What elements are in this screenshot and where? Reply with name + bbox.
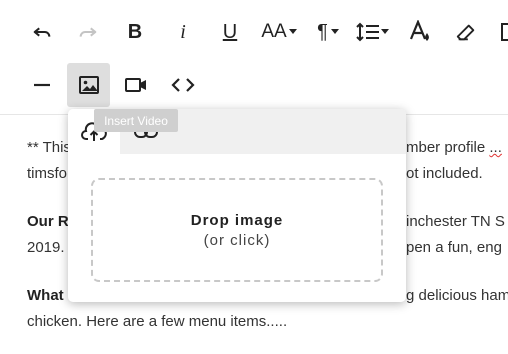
insert-video-tooltip: Insert Video <box>94 109 178 132</box>
editor-line-3-bold: Our R <box>27 213 69 230</box>
video-camera-icon <box>125 78 146 92</box>
editor-line-2-start: timsfo <box>27 165 68 182</box>
editor-line-1-start: ** This <box>27 139 71 156</box>
editor-line-1-end: mber profile ... <box>406 139 502 157</box>
editor-line-4-start: 2019. <box>27 239 65 256</box>
caret-down-icon <box>380 29 389 34</box>
undo-button[interactable] <box>22 10 62 54</box>
redo-button[interactable] <box>68 10 108 54</box>
editor-line-5-end: g delicious ham <box>406 287 508 304</box>
horizontal-line-icon <box>34 83 50 87</box>
italic-label: i <box>180 20 186 43</box>
underline-button[interactable]: U <box>210 10 250 54</box>
clear-formatting-button[interactable] <box>446 10 486 54</box>
code-view-button[interactable] <box>163 63 203 107</box>
editor-line-3-start: Our R <box>27 213 69 231</box>
bold-button[interactable]: B <box>116 10 154 54</box>
editor-line-3-end: inchester TN S <box>406 213 505 230</box>
caret-down-icon <box>330 29 339 34</box>
undo-icon <box>33 27 51 37</box>
bold-label: B <box>127 20 143 43</box>
redo-icon <box>79 27 97 37</box>
dropzone-title: Drop image <box>190 211 284 229</box>
insert-image-popup: Drop image (or click) <box>68 109 406 302</box>
table-icon <box>501 23 508 41</box>
insert-image-button[interactable] <box>67 63 110 107</box>
editor-line-2-end: ot included. <box>406 165 483 182</box>
code-icon <box>171 78 195 92</box>
editor-line-1-end-text: mber profile <box>406 139 486 156</box>
font-size-dropdown[interactable]: AA <box>258 10 300 54</box>
font-size-label: AA <box>261 21 287 42</box>
italic-button[interactable]: i <box>164 10 202 54</box>
editor-line-6: chicken. Here are a few menu items..... <box>27 313 288 330</box>
insert-video-button[interactable] <box>116 63 156 107</box>
image-icon <box>78 76 99 94</box>
caret-down-icon <box>288 29 297 34</box>
horizontal-line-button[interactable] <box>22 63 62 107</box>
spelling-error-marker: ... <box>489 139 502 156</box>
line-height-icon <box>355 22 379 42</box>
underline-label: U <box>222 20 238 43</box>
text-color-icon <box>409 20 429 41</box>
line-height-dropdown[interactable] <box>352 10 392 54</box>
editor-line-5-start: What <box>27 287 64 305</box>
editor-toolbar: B i U AA ¶ <box>0 0 508 114</box>
editor-line-4-end: pen a fun, eng <box>406 239 502 256</box>
dropzone-subtitle: (or click) <box>203 231 271 249</box>
more-button[interactable] <box>496 10 508 54</box>
paragraph-label: ¶ <box>317 20 328 43</box>
eraser-icon <box>456 24 475 41</box>
text-color-button[interactable] <box>402 10 438 54</box>
paragraph-dropdown[interactable]: ¶ <box>310 10 346 54</box>
editor-line-5-bold: What <box>27 287 64 304</box>
image-dropzone[interactable]: Drop image (or click) <box>91 178 383 282</box>
